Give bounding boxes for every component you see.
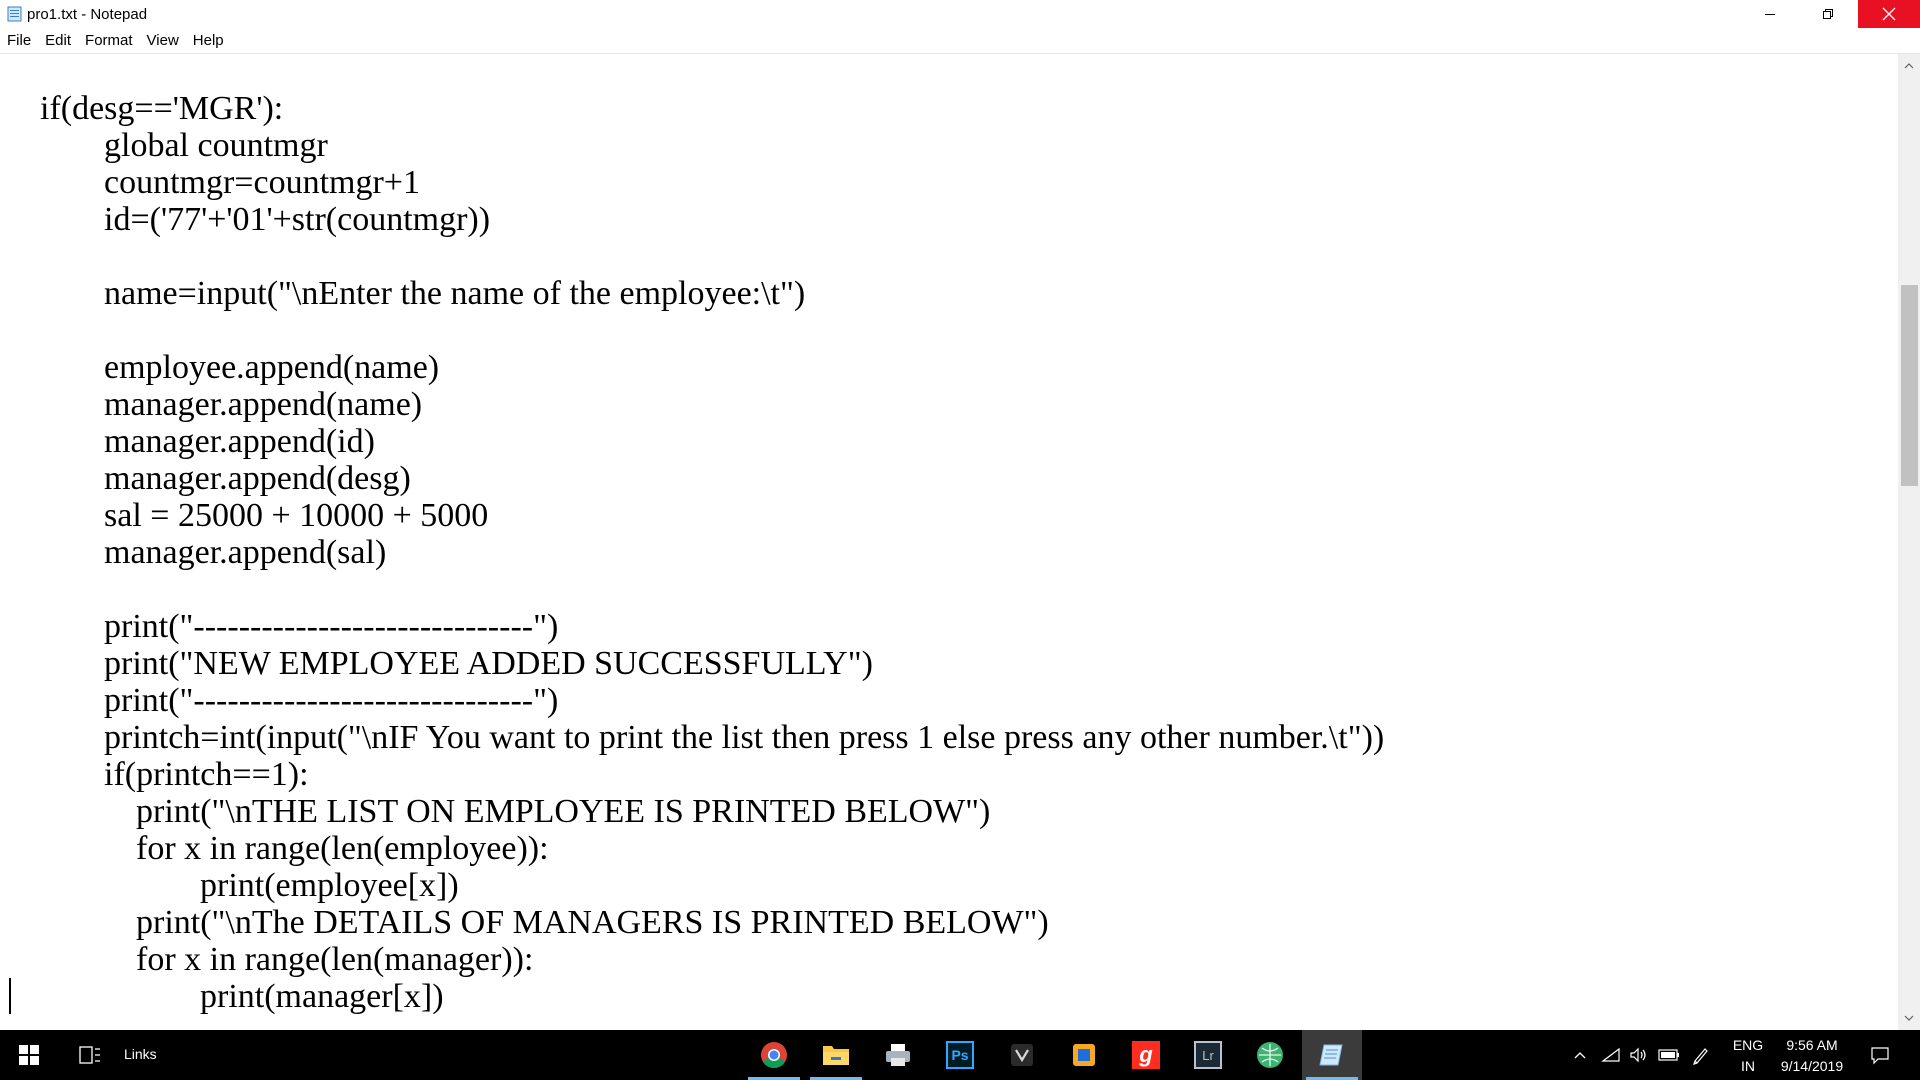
volume-button[interactable]: [1626, 1030, 1652, 1080]
notification-icon: [1871, 1047, 1889, 1065]
code-line: employee.append(name): [104, 349, 440, 386]
code-line: print("NEW EMPLOYEE ADDED SUCCESSFULLY"): [104, 645, 873, 682]
code-line: sal = 25000 + 10000 + 5000: [104, 497, 489, 534]
code-line: manager.append(id): [104, 423, 375, 460]
clock-time[interactable]: 9:56 AM: [1772, 1037, 1852, 1053]
taskbar-app-notepad[interactable]: [1302, 1030, 1362, 1080]
wifi-icon: [1601, 1047, 1620, 1062]
chevron-up-icon: [1574, 1052, 1586, 1059]
chevron-down-icon: [1904, 1015, 1914, 1021]
photoshop-icon-label: Ps: [951, 1047, 969, 1063]
taskbar-app-photoshop[interactable]: Ps: [930, 1030, 990, 1080]
title-bar: pro1.txt - Notepad: [0, 0, 1920, 30]
code-line: manager.append(sal): [104, 534, 387, 571]
task-view-icon: [79, 1046, 100, 1064]
speaker-icon: [1630, 1047, 1646, 1063]
window-title: pro1.txt - Notepad: [27, 6, 148, 23]
pen-workspace-button[interactable]: [1688, 1030, 1714, 1080]
menu-bar: File Edit Format View Help: [0, 31, 231, 53]
code-line: manager.append(name): [104, 386, 423, 423]
action-center-button[interactable]: [1866, 1030, 1894, 1080]
close-button[interactable]: [1858, 0, 1920, 28]
menu-edit[interactable]: Edit: [38, 31, 78, 53]
notepad-icon: [7, 6, 22, 22]
show-hidden-icons-button[interactable]: [1570, 1030, 1590, 1080]
network-button[interactable]: [1598, 1030, 1624, 1080]
code-line: print(employee[x]): [200, 867, 459, 904]
lightroom-icon: Lr: [1194, 1041, 1222, 1069]
code-line: id=('77'+'01'+str(countmgr)): [104, 201, 491, 238]
code-line: print("------------------------------"): [104, 608, 559, 645]
chevron-up-icon: [1904, 63, 1914, 69]
file-explorer-icon: [823, 1046, 849, 1065]
taskbar-app-chrome[interactable]: [744, 1030, 804, 1080]
notepad-icon: [1319, 1044, 1343, 1066]
globe-app-icon: [1257, 1042, 1283, 1068]
input-region[interactable]: IN: [1726, 1058, 1770, 1074]
task-view-button[interactable]: [70, 1030, 110, 1080]
scroll-thumb[interactable]: [1901, 285, 1918, 486]
taskbar-app-g[interactable]: g: [1116, 1030, 1176, 1080]
menu-format[interactable]: Format: [78, 31, 140, 53]
chrome-icon: [761, 1042, 787, 1069]
taskbar-app-globe[interactable]: [1240, 1030, 1300, 1080]
windows-logo-icon: [19, 1045, 39, 1065]
minimize-icon: [1765, 14, 1775, 15]
code-line: printch=int(input("\nIF You want to prin…: [104, 719, 1385, 756]
taskbar-app-office[interactable]: [1054, 1030, 1114, 1080]
code-line: print("\nTHE LIST ON EMPLOYEE IS PRINTED…: [136, 793, 991, 830]
g-app-icon: g: [1132, 1041, 1160, 1069]
menu-file[interactable]: File: [0, 31, 38, 53]
battery-button[interactable]: [1656, 1030, 1682, 1080]
code-line: global countmgr: [104, 127, 328, 164]
scroll-up-button[interactable]: [1898, 56, 1920, 76]
vpn-icon: [1011, 1044, 1033, 1066]
start-button[interactable]: [0, 1030, 58, 1080]
photoshop-icon: Ps: [946, 1041, 974, 1069]
office-icon: [1073, 1044, 1095, 1066]
text-editor[interactable]: if(desg=='MGR'): global countmgr countmg…: [0, 54, 1898, 1030]
taskbar: Links Ps g Lr ENG IN 9:56 AM 9/14/2019: [0, 1030, 1920, 1080]
taskbar-app-lightroom[interactable]: Lr: [1178, 1030, 1238, 1080]
clock-date[interactable]: 9/14/2019: [1772, 1058, 1852, 1074]
code-line: if(printch==1):: [104, 756, 309, 793]
printer-icon: [886, 1044, 910, 1066]
text-caret: [9, 978, 11, 1014]
lightroom-icon-label: Lr: [1202, 1047, 1214, 1063]
minimize-button[interactable]: [1742, 0, 1798, 28]
restore-button[interactable]: [1800, 0, 1856, 28]
taskbar-app-vpn[interactable]: [992, 1030, 1052, 1080]
scroll-down-button[interactable]: [1898, 1008, 1920, 1028]
restore-icon: [1823, 9, 1833, 19]
code-line: print("------------------------------"): [104, 682, 559, 719]
close-icon: [1882, 7, 1896, 21]
code-line: manager.append(desg): [104, 460, 411, 497]
pen-icon: [1693, 1048, 1708, 1065]
code-line: print(manager[x]): [200, 978, 444, 1015]
vertical-scrollbar[interactable]: [1898, 54, 1920, 1030]
links-toolbar[interactable]: Links: [124, 1046, 157, 1062]
battery-icon: [1658, 1049, 1679, 1061]
code-line: name=input("\nEnter the name of the empl…: [104, 275, 806, 312]
code-line: countmgr=countmgr+1: [104, 164, 420, 201]
taskbar-app-printer[interactable]: [868, 1030, 928, 1080]
taskbar-app-file-explorer[interactable]: [806, 1030, 866, 1080]
code-line: for x in range(len(manager)):: [136, 941, 534, 978]
code-line: if(desg=='MGR'):: [40, 90, 284, 127]
menu-help[interactable]: Help: [186, 31, 231, 53]
input-language[interactable]: ENG: [1726, 1037, 1770, 1053]
code-line: for x in range(len(employee)):: [136, 830, 549, 867]
menu-view[interactable]: View: [140, 31, 186, 53]
code-line: print("\nThe DETAILS OF MANAGERS IS PRIN…: [136, 904, 1049, 941]
g-app-icon-label: g: [1139, 1042, 1153, 1067]
